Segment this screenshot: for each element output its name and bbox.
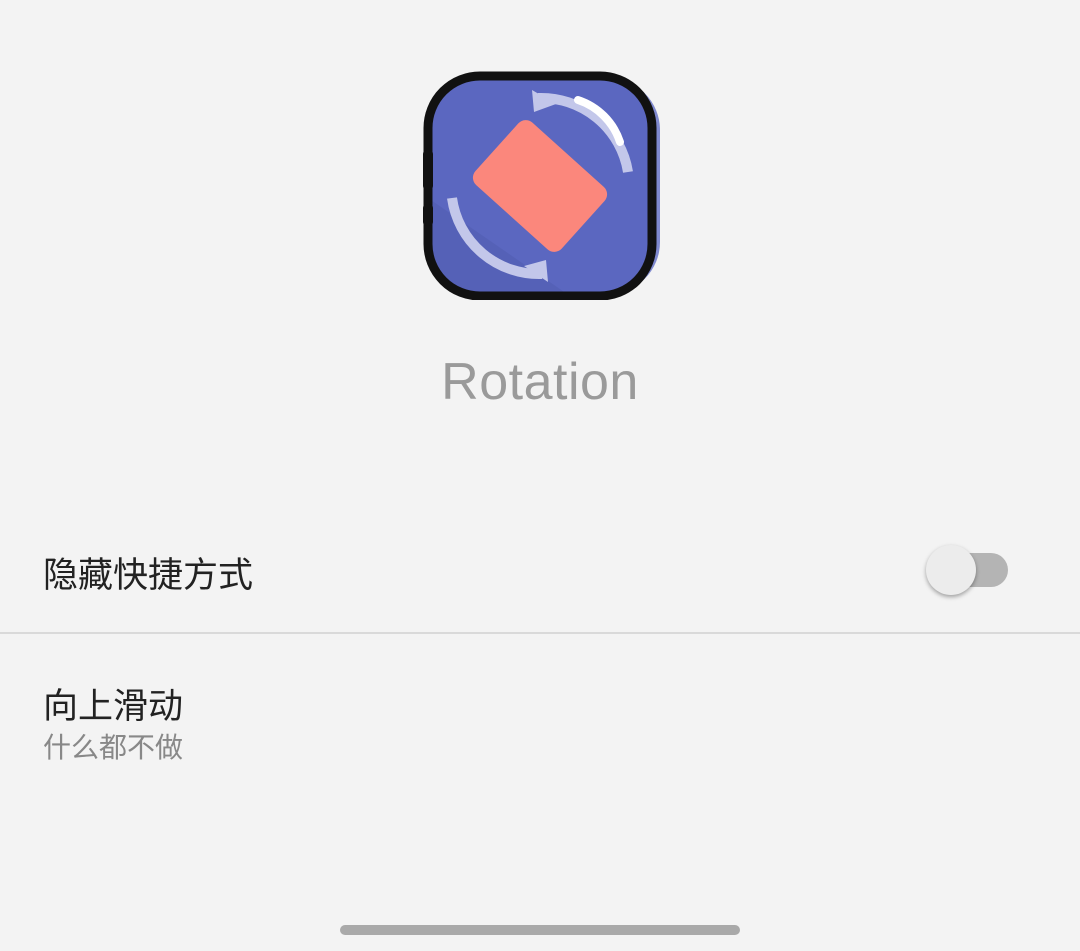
- swipe-up-row[interactable]: 向上滑动 什么都不做: [0, 634, 1080, 784]
- hide-shortcut-row[interactable]: 隐藏快捷方式: [0, 505, 1080, 633]
- hide-shortcut-toggle[interactable]: [924, 541, 1010, 597]
- screen-rotation-icon: [420, 68, 660, 301]
- app-shortcut-settings-screen: Rotation 隐藏快捷方式 向上滑动 什么都不做: [0, 0, 1080, 951]
- hide-shortcut-label: 隐藏快捷方式: [43, 556, 254, 596]
- swipe-up-value: 什么都不做: [43, 731, 184, 764]
- app-name: Rotation: [441, 353, 639, 411]
- toggle-thumb: [926, 545, 976, 595]
- swipe-up-label: 向上滑动: [43, 687, 184, 727]
- gesture-nav-handle[interactable]: [340, 925, 740, 935]
